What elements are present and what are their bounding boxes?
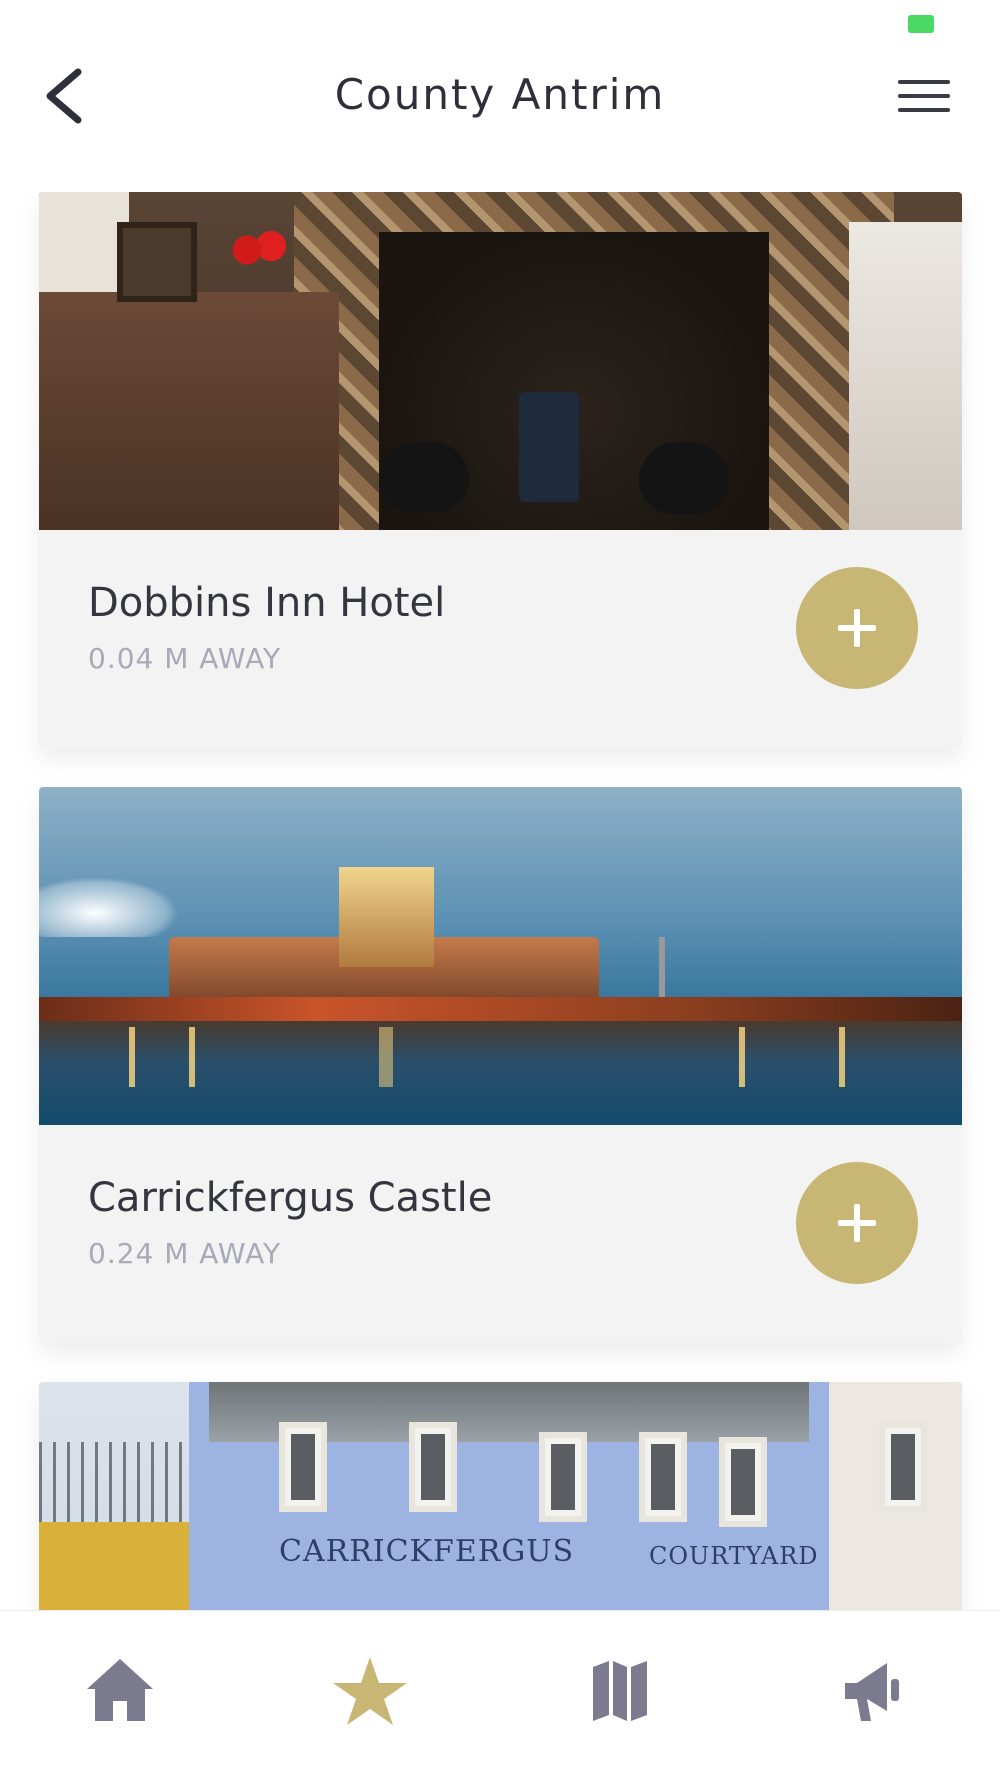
place-name: Carrickfergus Castle (88, 1175, 493, 1221)
add-place-button[interactable] (796, 1162, 918, 1284)
home-icon (87, 1659, 153, 1721)
tab-favorites[interactable] (325, 1645, 415, 1735)
app-header: County Antrim (0, 40, 1000, 160)
place-image (39, 192, 962, 530)
add-place-button[interactable] (796, 567, 918, 689)
place-info: Carrickfergus Castle 0.24 M AWAY (39, 1125, 962, 1343)
megaphone-icon (845, 1663, 899, 1721)
place-card[interactable]: Carrickfergus Castle 0.24 M AWAY (39, 787, 962, 1343)
status-indicator (908, 15, 934, 33)
building-sign: COURTYARD (649, 1542, 819, 1570)
building-sign: CARRICKFERGUS (279, 1534, 575, 1569)
place-info: Dobbins Inn Hotel 0.04 M AWAY (39, 530, 962, 748)
place-card[interactable]: Dobbins Inn Hotel 0.04 M AWAY (39, 192, 962, 748)
place-image (39, 787, 962, 1125)
tab-announcements[interactable] (825, 1645, 915, 1735)
menu-button[interactable] (898, 80, 954, 124)
place-image: CARRICKFERGUS COURTYARD (39, 1382, 962, 1610)
places-list[interactable]: Dobbins Inn Hotel 0.04 M AWAY Carrickfer… (0, 192, 1000, 1610)
page-title: County Antrim (334, 70, 666, 119)
tab-home[interactable] (75, 1645, 165, 1735)
star-icon (333, 1657, 407, 1725)
place-card[interactable]: CARRICKFERGUS COURTYARD (39, 1382, 962, 1610)
tab-map[interactable] (575, 1645, 665, 1735)
place-name: Dobbins Inn Hotel (88, 580, 446, 626)
hamburger-menu-icon (898, 80, 954, 112)
place-distance: 0.24 M AWAY (88, 1237, 282, 1270)
map-icon (593, 1661, 647, 1721)
bottom-tab-bar (0, 1610, 1000, 1778)
place-distance: 0.04 M AWAY (88, 642, 282, 675)
